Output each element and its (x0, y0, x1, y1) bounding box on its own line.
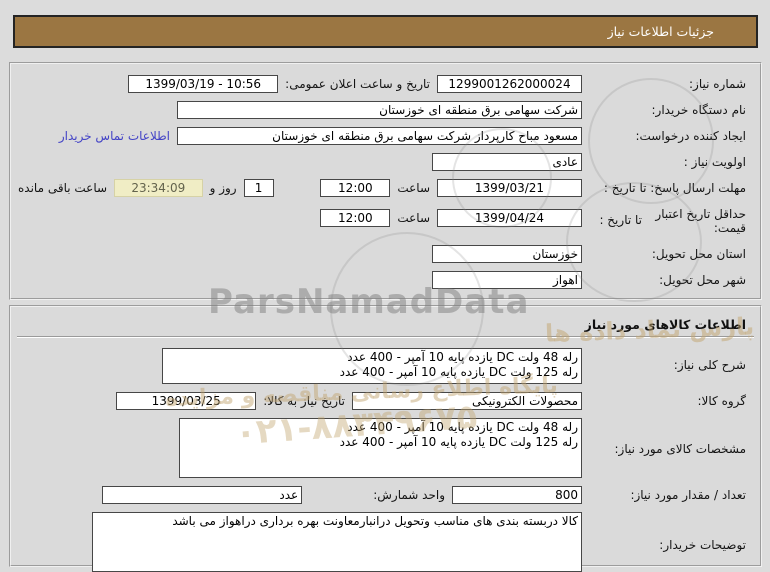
price-validity-label: حداقل تاریخ اعتبار قیمت: (655, 207, 746, 235)
announce-datetime-label: تاریخ و ساعت اعلان عمومی: (285, 77, 430, 91)
count-unit-label: واحد شمارش: (373, 488, 445, 502)
priority-label: اولویت نیاز : (683, 155, 746, 169)
quantity-row: تعداد / مقدار مورد نیاز: واحد شمارش: (11, 486, 760, 504)
delivery-province-label: استان محل تحویل: (651, 247, 746, 261)
countdown-timer: 23:34:09 (114, 179, 203, 197)
requester-field[interactable] (177, 127, 582, 145)
buyer-org-row: نام دستگاه خریدار: (11, 101, 760, 119)
reply-deadline-date-field[interactable] (437, 179, 582, 197)
need-details-page: { "header": { "title": "جزئیات اطلاعات ن… (0, 0, 770, 572)
buyer-org-label: نام دستگاه خریدار: (651, 103, 747, 117)
required-goods-panel: اطلاعات کالاهای مورد نیاز شرح کلی نیاز: … (9, 305, 762, 572)
page-title: جزئیات اطلاعات نیاز (607, 24, 714, 39)
general-description-label: شرح کلی نیاز: (673, 358, 746, 372)
general-description-row: شرح کلی نیاز: رله 48 ولت DC یازده پایه 1… (11, 348, 760, 384)
requester-row: ایجاد کننده درخواست: اطلاعات تماس خریدار (11, 127, 760, 145)
quantity-field[interactable] (452, 486, 582, 504)
announce-datetime-field[interactable] (128, 75, 279, 93)
need-details-panel: شماره نیاز: تاریخ و ساعت اعلان عمومی: نا… (9, 62, 762, 300)
goods-section-title: اطلاعات کالاهای مورد نیاز (584, 317, 746, 332)
reply-deadline-row: مهلت ارسال پاسخ: تا تاریخ : ساعت روز و 2… (11, 179, 760, 197)
reply-deadline-time-field[interactable] (320, 179, 391, 197)
requester-label: ایجاد کننده درخواست: (635, 129, 746, 143)
goods-group-label: گروه کالا: (697, 394, 747, 408)
price-validity-time-field[interactable] (320, 209, 391, 227)
delivery-province-row: استان محل تحویل: (11, 245, 760, 263)
remaining-days-field[interactable] (243, 179, 274, 197)
goods-group-row: گروه کالا: تاریخ نیاز به کالا: (11, 392, 760, 410)
goods-specs-row: مشخصات کالای مورد نیاز: رله 48 ولت DC یا… (11, 418, 760, 478)
delivery-province-field[interactable] (432, 245, 582, 263)
need-number-row: شماره نیاز: تاریخ و ساعت اعلان عمومی: (11, 75, 760, 93)
goods-specs-label: مشخصات کالای مورد نیاز: (614, 442, 746, 456)
buyer-notes-row: توضیحات خریدار: کالا دربسته بندی های منا… (11, 512, 760, 572)
general-description-textarea[interactable]: رله 48 ولت DC یازده پایه 10 آمپر - 400 ع… (162, 348, 582, 384)
priority-field[interactable] (432, 153, 582, 171)
count-unit-field[interactable] (102, 486, 303, 504)
reply-deadline-label: مهلت ارسال پاسخ: تا تاریخ : (603, 181, 746, 195)
price-validity-row: حداقل تاریخ اعتبار قیمت: تا تاریخ : ساعت (11, 205, 760, 235)
buyer-org-field[interactable] (177, 101, 582, 119)
priority-row: اولویت نیاز : (11, 153, 760, 171)
delivery-city-row: شهر محل تحویل: (11, 271, 760, 289)
day-and-label: روز و (209, 181, 237, 195)
need-number-field[interactable] (437, 75, 582, 93)
buyer-contact-link[interactable]: اطلاعات تماس خریدار (59, 129, 170, 143)
section-divider (17, 336, 754, 338)
buyer-notes-textarea[interactable]: کالا دربسته بندی های مناسب وتحویل درانبا… (92, 512, 582, 572)
price-validity-label-group: حداقل تاریخ اعتبار قیمت: تا تاریخ : (582, 205, 754, 235)
until-date-label: تا تاریخ : (599, 213, 642, 227)
goods-specs-textarea[interactable]: رله 48 ولت DC یازده پایه 10 آمپر - 400 ع… (179, 418, 582, 478)
goods-need-date-label: تاریخ نیاز به کالا: (263, 394, 345, 408)
page-title-bar: جزئیات اطلاعات نیاز (13, 15, 758, 48)
delivery-city-label: شهر محل تحویل: (659, 273, 746, 287)
delivery-city-field[interactable] (432, 271, 582, 289)
hours-remaining-label: ساعت باقی مانده (18, 181, 108, 195)
goods-need-date-field[interactable] (116, 392, 257, 410)
goods-group-field[interactable] (352, 392, 582, 410)
need-number-label: شماره نیاز: (689, 77, 746, 91)
buyer-notes-label: توضیحات خریدار: (659, 538, 746, 552)
reply-deadline-hour-label: ساعت (397, 181, 430, 195)
quantity-label: تعداد / مقدار مورد نیاز: (630, 488, 746, 502)
price-validity-date-field[interactable] (437, 209, 582, 227)
price-validity-hour-label: ساعت (397, 211, 430, 225)
